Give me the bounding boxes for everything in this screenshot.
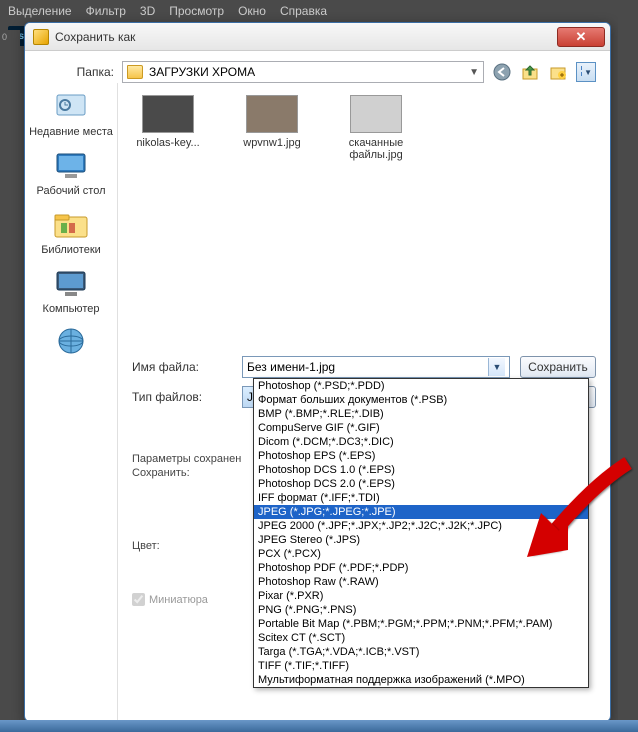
computer-icon [51, 268, 91, 300]
folder-small-icon [127, 65, 143, 79]
menu-item[interactable]: Окно [238, 4, 266, 18]
params-label: Параметры сохранен [132, 453, 241, 465]
folder-value: ЗАГРУЗКИ ХРОМА [149, 65, 255, 79]
folder-icon [33, 29, 49, 45]
chevron-down-icon: ▼ [488, 358, 505, 376]
filetype-option[interactable]: Portable Bit Map (*.PBM;*.PGM;*.PPM;*.PN… [254, 617, 588, 631]
places-sidebar: Недавние места Рабочий стол Библиотеки Комп… [25, 83, 118, 721]
filename-label: Имя файла: [132, 360, 232, 374]
filename-input[interactable]: Без имени-1.jpg ▼ [242, 356, 510, 378]
up-icon[interactable] [520, 62, 540, 82]
folder-toolbar: ▼ [492, 62, 596, 82]
filetype-option[interactable]: PNG (*.PNG;*.PNS) [254, 603, 588, 617]
thumbnail [142, 95, 194, 133]
filetype-option[interactable]: Photoshop (*.PSD;*.PDD) [254, 379, 588, 393]
view-icon[interactable]: ▼ [576, 62, 596, 82]
folder-label: Папка: [39, 65, 114, 79]
ruler: 0 [0, 30, 20, 55]
sidebar-place-recent[interactable]: Недавние места [29, 91, 113, 138]
menu-item[interactable]: Фильтр [86, 4, 126, 18]
back-icon[interactable] [492, 62, 512, 82]
file-item[interactable]: wpvnw1.jpg [232, 95, 312, 161]
arrow-annotation [523, 455, 638, 565]
filetype-option[interactable]: Dicom (*.DCM;*.DC3;*.DIC) [254, 435, 588, 449]
save-options-label: Сохранить: [132, 467, 202, 510]
sidebar-place-desktop[interactable]: Рабочий стол [29, 150, 113, 197]
filename-row: Имя файла: Без имени-1.jpg ▼ Сохранить [118, 353, 610, 381]
taskbar[interactable] [0, 720, 638, 732]
menu-item[interactable]: Выделение [8, 4, 72, 18]
menu-item[interactable]: Просмотр [169, 4, 224, 18]
network-icon [51, 327, 91, 359]
filetype-option[interactable]: Мультиформатная поддержка изображений (*… [254, 673, 588, 687]
filetype-option[interactable]: Pixar (*.PXR) [254, 589, 588, 603]
save-as-dialog: Сохранить как ✕ Папка: ЗАГРУЗКИ ХРОМА ▼ [24, 22, 611, 722]
filetype-option[interactable]: Формат больших документов (*.PSB) [254, 393, 588, 407]
libraries-icon [51, 209, 91, 241]
titlebar: Сохранить как ✕ [25, 23, 610, 51]
menu-item[interactable]: 3D [140, 4, 155, 18]
thumbnail [246, 95, 298, 133]
sidebar-place-network[interactable] [29, 327, 113, 362]
recent-icon [51, 91, 91, 123]
sidebar-place-computer[interactable]: Компьютер [29, 268, 113, 315]
chevron-down-icon: ▼ [469, 67, 479, 78]
file-item[interactable]: скачанные файлы.jpg [336, 95, 416, 161]
filetype-option[interactable]: Photoshop Raw (*.RAW) [254, 575, 588, 589]
desktop-icon [51, 150, 91, 182]
filetype-label: Тип файлов: [132, 390, 232, 404]
filetype-option[interactable]: Scitex CT (*.SCT) [254, 631, 588, 645]
filetype-option[interactable]: Targa (*.TGA;*.VDA;*.ICB;*.VST) [254, 645, 588, 659]
thumb-check [132, 593, 145, 606]
filetype-option[interactable]: BMP (*.BMP;*.RLE;*.DIB) [254, 407, 588, 421]
file-item[interactable]: nikolas-key... [128, 95, 208, 161]
folder-dropdown[interactable]: ЗАГРУЗКИ ХРОМА ▼ [122, 61, 484, 83]
dialog-title: Сохранить как [55, 30, 557, 44]
close-button[interactable]: ✕ [557, 27, 605, 47]
filetype-option[interactable]: CompuServe GIF (*.GIF) [254, 421, 588, 435]
color-label: Цвет: [132, 540, 202, 568]
filetype-option[interactable]: TIFF (*.TIF;*.TIFF) [254, 659, 588, 673]
thumbnail [350, 95, 402, 133]
file-grid: nikolas-key... wpvnw1.jpg скачанные файлы.… [118, 83, 610, 173]
new-folder-icon[interactable] [548, 62, 568, 82]
right-panel-strip [618, 0, 638, 732]
menu-item[interactable]: Справка [280, 4, 327, 18]
app-menubar[interactable]: Выделение Фильтр 3D Просмотр Окно Справка [0, 0, 638, 22]
save-button[interactable]: Сохранить [520, 356, 596, 378]
sidebar-place-libraries[interactable]: Библиотеки [29, 209, 113, 256]
